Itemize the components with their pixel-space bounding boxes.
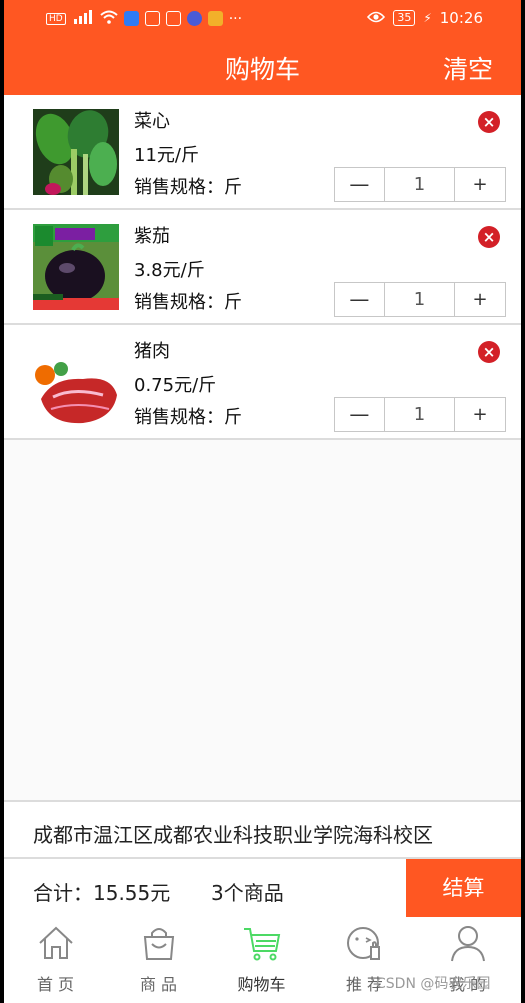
product-spec: 销售规格：斤 [134, 292, 242, 313]
bag-icon [143, 928, 175, 960]
quantity-value[interactable]: 1 [385, 283, 456, 316]
product-name: 紫茄 [134, 226, 170, 247]
signal-icon [72, 10, 94, 27]
decrease-button[interactable]: — [335, 168, 385, 201]
cart-screen: HD ··· 35 ⚡ 10:26 购物车 清空 菜心 11元/斤 销售规格：斤… [4, 0, 521, 1003]
charging-icon: ⚡ [423, 11, 432, 25]
increase-button[interactable]: + [455, 283, 505, 316]
product-spec: 销售规格：斤 [134, 177, 242, 198]
battery-level: 35 [393, 10, 416, 26]
status-icons-left: HD ··· [46, 10, 242, 27]
remove-item-button[interactable]: × [478, 111, 500, 133]
clock: 10:26 [439, 9, 483, 27]
tab-label: 首 页 [36, 975, 75, 994]
status-bar: HD ··· 35 ⚡ 10:26 [4, 0, 521, 38]
quantity-stepper: — 1 + [334, 167, 506, 202]
home-icon [39, 926, 73, 959]
delivery-address[interactable]: 成都市温江区成都农业科技职业学院海科校区 [4, 800, 521, 859]
decrease-button[interactable]: — [335, 283, 385, 316]
app-icon [144, 11, 160, 26]
study-app-icon [186, 11, 202, 26]
cart-icon [244, 928, 281, 961]
tab-home[interactable]: 首 页 [4, 917, 107, 1003]
remove-item-button[interactable]: × [478, 341, 500, 363]
tab-label: 购物车 [237, 975, 286, 994]
quantity-stepper: — 1 + [334, 397, 506, 432]
product-image-pork [33, 339, 119, 427]
cart-item: 菜心 11元/斤 销售规格：斤 × — 1 + [4, 95, 521, 210]
wifi-icon [100, 10, 118, 27]
decrease-button[interactable]: — [335, 398, 385, 431]
shield-app-icon [123, 11, 139, 26]
address-text: 成都市温江区成都农业科技职业学院海科校区 [33, 823, 433, 847]
product-price: 0.75元/斤 [134, 375, 217, 396]
quantity-value[interactable]: 1 [385, 168, 456, 201]
product-image-eggplant [33, 224, 119, 310]
cart-item: 猪肉 0.75元/斤 销售规格：斤 × — 1 + [4, 325, 521, 440]
product-name: 猪肉 [134, 341, 170, 362]
product-price: 11元/斤 [134, 145, 199, 166]
quantity-value[interactable]: 1 [385, 398, 456, 431]
eye-icon [367, 9, 386, 27]
quantity-stepper: — 1 + [334, 282, 506, 317]
tab-label: 商 品 [139, 975, 178, 994]
recommend-icon [347, 927, 380, 960]
increase-button[interactable]: + [455, 168, 505, 201]
gallery-app-icon [207, 11, 223, 26]
product-price: 3.8元/斤 [134, 260, 205, 281]
top-bar: HD ··· 35 ⚡ 10:26 购物车 清空 [4, 0, 521, 95]
item-count: 3个商品 [211, 881, 284, 905]
checkout-button[interactable]: 结算 [406, 859, 521, 917]
product-spec: 销售规格：斤 [134, 407, 242, 428]
status-icons-right: 35 ⚡ 10:26 [367, 9, 483, 27]
hd-icon: HD [46, 12, 66, 25]
tab-products[interactable]: 商 品 [107, 917, 210, 1003]
tab-cart[interactable]: 购物车 [210, 917, 313, 1003]
product-name: 菜心 [134, 111, 170, 132]
product-image-caixin [33, 109, 119, 195]
total-price: 合计：15.55元 [33, 881, 171, 905]
user-icon [451, 926, 485, 962]
more-notifications-icon: ··· [228, 10, 243, 27]
remove-item-button[interactable]: × [478, 226, 500, 248]
watermark: CSDN @码农乐园 [376, 976, 491, 992]
clear-cart-button[interactable]: 清空 [443, 50, 493, 86]
summary-bar: 合计：15.55元 3个商品 结算 [4, 859, 521, 917]
cart-item: 紫茄 3.8元/斤 销售规格：斤 × — 1 + [4, 210, 521, 325]
increase-button[interactable]: + [455, 398, 505, 431]
news-app-icon [165, 11, 181, 26]
